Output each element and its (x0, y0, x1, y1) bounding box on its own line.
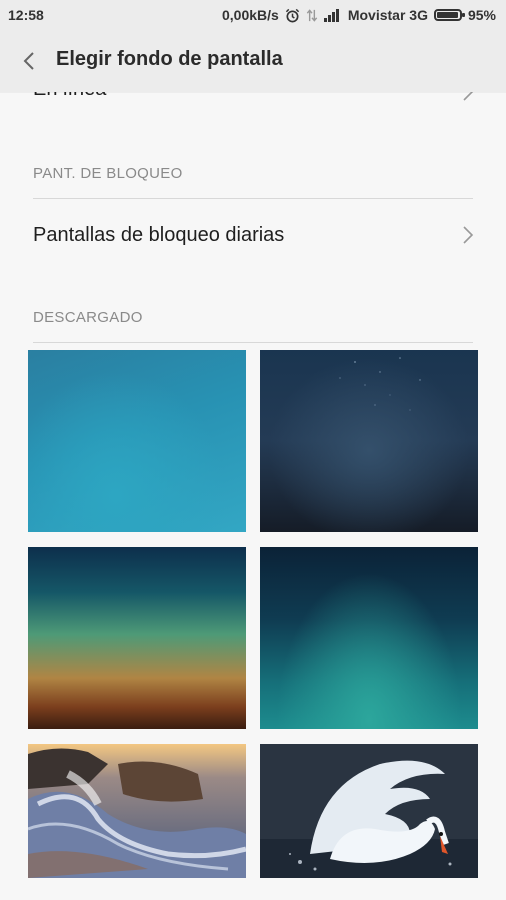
swan-image (260, 744, 478, 878)
status-time: 12:58 (8, 7, 44, 23)
wallpaper-thumbnail-sunset[interactable] (28, 547, 246, 729)
divider (33, 342, 473, 343)
section-lock-screen: PANT. DE BLOQUEO (33, 165, 183, 182)
battery-percent: 95% (467, 7, 496, 23)
carrier-label: Movistar 3G (347, 7, 428, 23)
app-header: Elegir fondo de pantalla (0, 30, 506, 92)
page-title: Elegir fondo de pantalla (56, 48, 283, 70)
divider (33, 198, 473, 199)
battery-level-fill (436, 12, 458, 18)
back-button[interactable] (18, 48, 42, 74)
data-transfer-icon (306, 8, 318, 23)
wallpaper-thumbnail-night-sky[interactable] (260, 350, 478, 532)
ocean-waves-image (28, 744, 246, 878)
status-right: 0,00kB/s Movistar 3G 95% (222, 7, 496, 23)
wallpaper-thumbnail-deep-teal[interactable] (260, 547, 478, 729)
list-item-daily-lock-screens[interactable]: Pantallas de bloqueo diarias (0, 212, 506, 262)
chevron-right-icon (463, 226, 474, 244)
section-downloaded: DESCARGADO (33, 309, 143, 326)
wallpaper-thumbnail-swan[interactable] (260, 744, 478, 878)
chevron-left-icon (23, 52, 34, 70)
wallpaper-thumbnail-ocean-waves[interactable] (28, 744, 246, 878)
wallpaper-thumbnail-teal-blue[interactable] (28, 350, 246, 532)
battery-icon (433, 9, 465, 21)
signal-icon (323, 8, 342, 22)
stars-image (339, 357, 421, 411)
alarm-icon (285, 8, 300, 23)
network-speed: 0,00kB/s (222, 7, 279, 23)
list-item-daily-lock-screens-label: Pantallas de bloqueo diarias (33, 224, 285, 246)
status-bar: 12:58 0,00kB/s Movistar 3G 95% (0, 0, 506, 30)
